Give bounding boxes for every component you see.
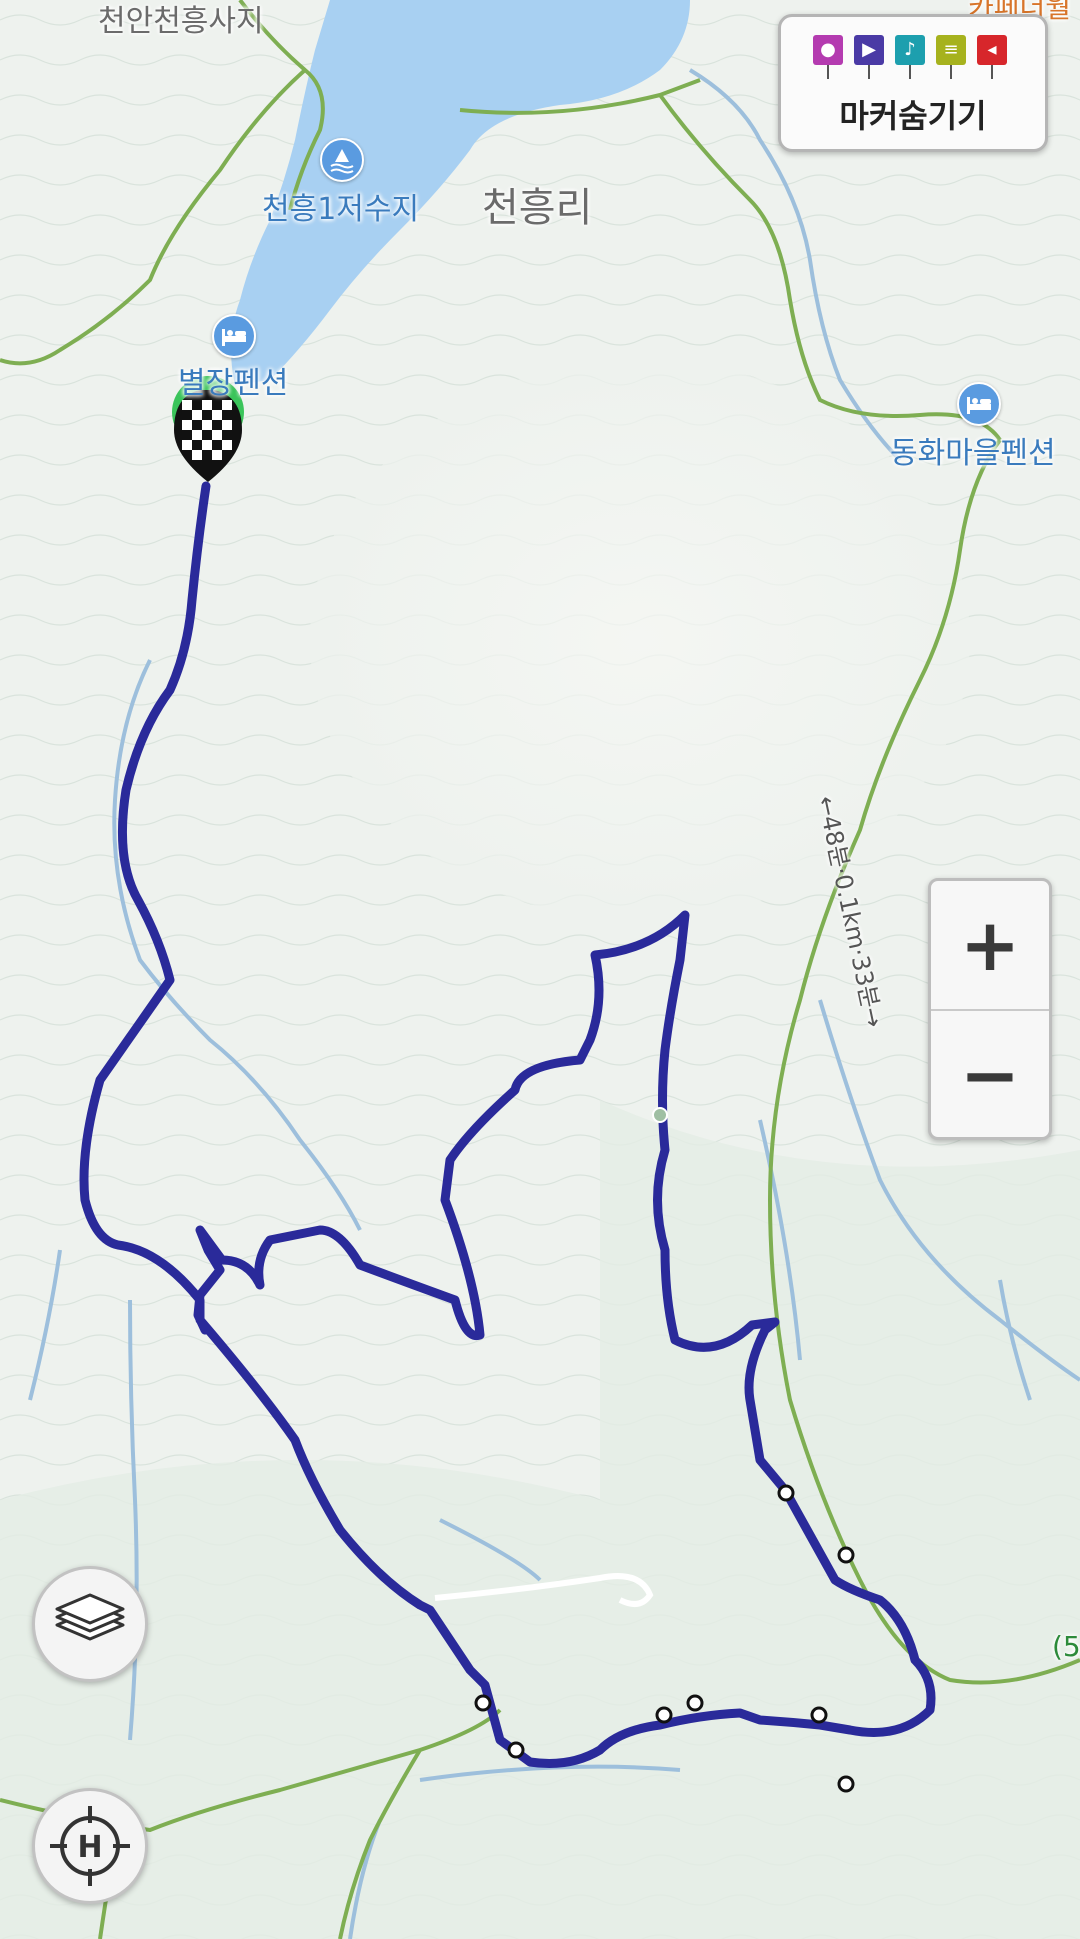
lodging-poi-icon[interactable] <box>212 314 256 358</box>
label-village: 천흥리 <box>482 185 593 231</box>
mountain-ridge <box>310 360 970 920</box>
hide-markers-button[interactable]: ● ▶ ♪ ≡ ◂ 마커숨기기 <box>778 14 1048 152</box>
zoom-out-button[interactable]: − <box>931 1011 1049 1137</box>
marker-type-icons: ● ▶ ♪ ≡ ◂ <box>813 35 1007 79</box>
water-poi-icon[interactable] <box>320 138 364 182</box>
map-canvas[interactable] <box>0 0 1080 1939</box>
layers-button[interactable] <box>32 1566 148 1682</box>
label-temple-site: 천안천흥사지 <box>98 4 264 39</box>
label-reservoir: 천흥1저수지 <box>262 192 420 227</box>
camera-marker-icon: ● <box>813 35 843 79</box>
current-location-button[interactable]: H <box>32 1788 148 1904</box>
zoom-control: + − <box>928 878 1052 1140</box>
crosshair-h-icon: H <box>50 1806 130 1886</box>
label-edge-text: (5 <box>1052 1630 1080 1663</box>
audio-marker-icon: ♪ <box>895 35 925 79</box>
zoom-in-button[interactable]: + <box>931 881 1049 1009</box>
flag-marker-icon: ◂ <box>977 35 1007 79</box>
label-pension-2: 동화마을펜션 <box>890 436 1056 471</box>
memo-marker-icon: ≡ <box>936 35 966 79</box>
label-pension-1: 별장펜션 <box>178 366 289 401</box>
lodging-poi-icon[interactable] <box>957 382 1001 426</box>
locate-label: H <box>77 1830 102 1865</box>
hide-markers-label: 마커숨기기 <box>839 97 987 135</box>
layers-icon <box>55 1593 125 1641</box>
map-view[interactable]: 천안천흥사지 카페더월 천흥1저수지 천흥리 별장펜션 동화마을펜션 ←48분·… <box>0 0 1080 1939</box>
video-marker-icon: ▶ <box>854 35 884 79</box>
